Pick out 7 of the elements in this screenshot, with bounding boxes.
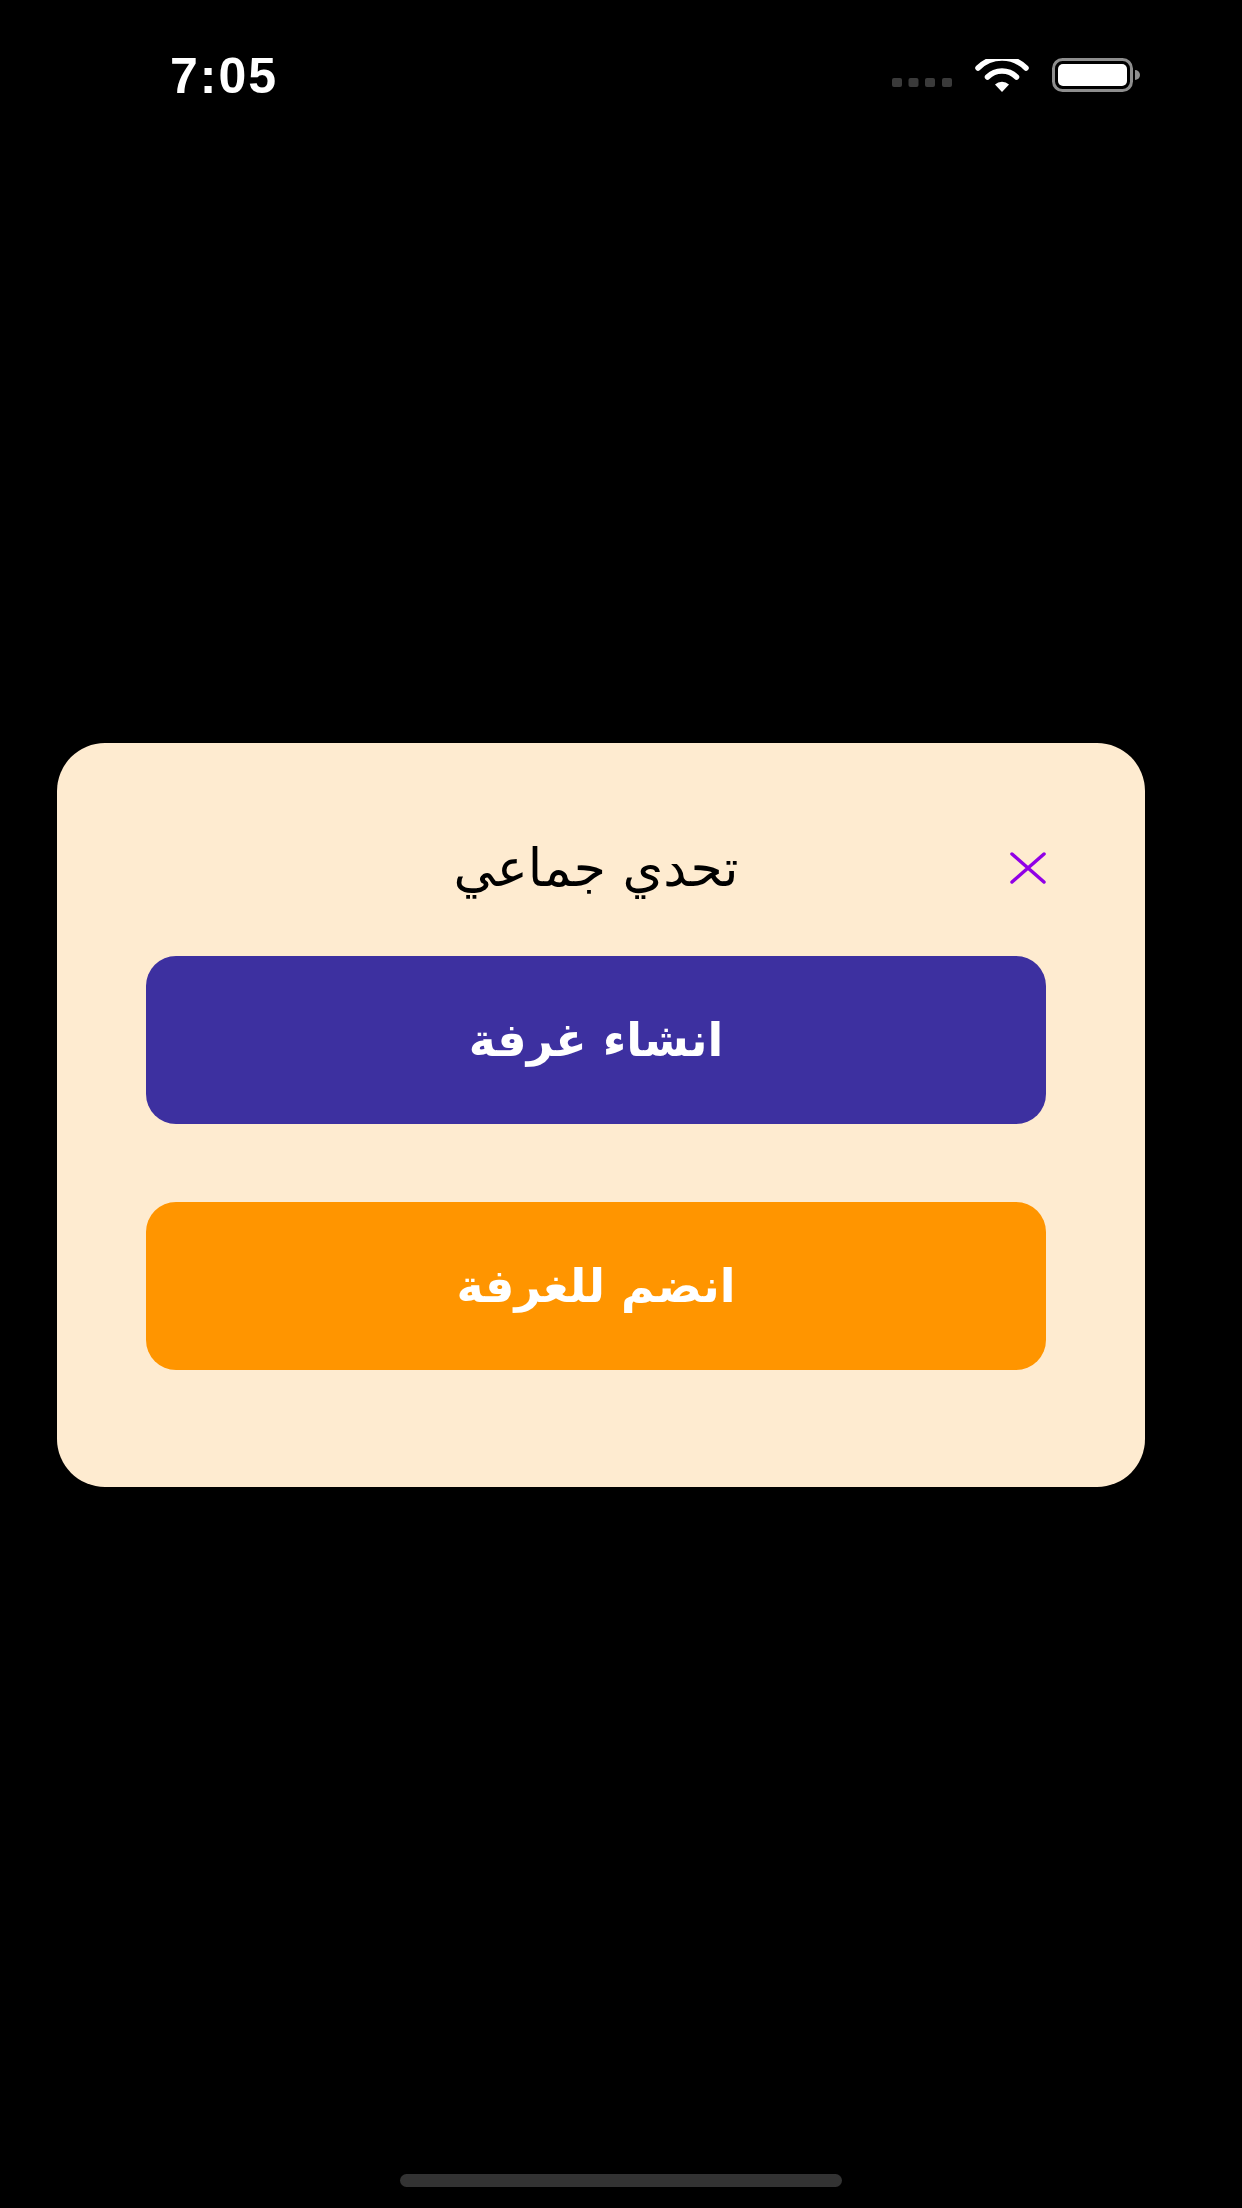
dialog-button[interactable]: انشاء غرفة [146, 956, 1046, 1124]
dialog-title: تحدي جماعي [452, 837, 740, 901]
battery-icon [1052, 58, 1140, 92]
wifi-icon [974, 58, 1030, 92]
close-icon[interactable] [1010, 852, 1046, 884]
status-time: 7:05 [170, 50, 279, 102]
signal-icon [892, 77, 952, 87]
